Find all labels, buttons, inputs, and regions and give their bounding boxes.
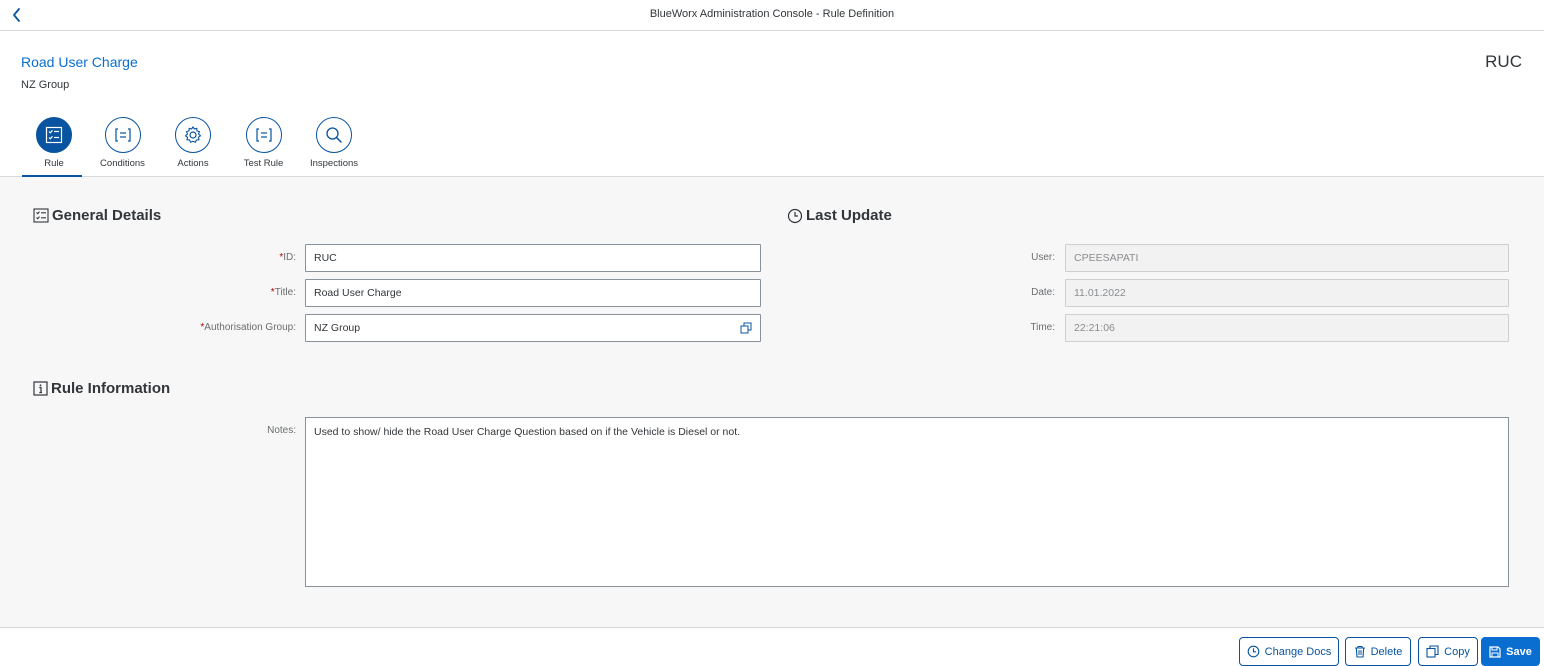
authorisation-group-input[interactable]: NZ Group (305, 314, 761, 342)
clock-icon (787, 208, 803, 223)
label-text: Title: (274, 287, 296, 298)
value-help-icon[interactable] (740, 322, 752, 334)
button-label: Change Docs (1264, 645, 1332, 658)
title-input[interactable]: Road User Charge (305, 279, 761, 307)
tab-label: Test Rule (243, 158, 284, 169)
title-label: *Title: (150, 287, 296, 298)
trash-icon (1354, 645, 1365, 658)
date-field: 11.01.2022 (1065, 279, 1509, 307)
copy-button[interactable]: Copy (1418, 637, 1478, 666)
label-text: Authorisation Group: (204, 322, 296, 333)
input-value: 11.01.2022 (1074, 287, 1126, 299)
time-field: 22:21:06 (1065, 314, 1509, 342)
object-subtitle: NZ Group (21, 79, 70, 91)
input-value: 22:21:06 (1074, 322, 1115, 334)
user-field: CPEESAPATI (1065, 244, 1509, 272)
object-header: Road User Charge NZ Group RUC Rule Condi… (0, 31, 1544, 177)
button-label: Delete (1370, 645, 1403, 658)
copy-icon (1426, 645, 1439, 658)
id-input[interactable]: RUC (305, 244, 761, 272)
save-button[interactable]: Save (1481, 637, 1540, 666)
general-details-heading: General Details (33, 207, 161, 224)
input-value: CPEESAPATI (1074, 252, 1139, 264)
notes-label: Notes: (267, 425, 296, 436)
tab-actions[interactable]: Actions (158, 117, 228, 177)
tab-label: Actions (177, 158, 209, 169)
tab-icon-circle (245, 117, 282, 153)
tab-label: Rule (44, 158, 64, 169)
checklist-icon (45, 126, 63, 144)
gear-icon (184, 126, 202, 143)
section-title-text: Last Update (806, 207, 892, 224)
save-icon (1489, 645, 1501, 658)
info-icon (33, 381, 48, 396)
search-icon (326, 127, 342, 143)
authorisation-group-label: *Authorisation Group: (150, 322, 296, 333)
history-icon (1247, 645, 1260, 658)
user-label: User: (1031, 252, 1055, 263)
tab-inspections[interactable]: Inspections (299, 117, 369, 177)
section-title-text: General Details (52, 207, 162, 224)
tab-icon-circle (175, 117, 211, 153)
shell-title: BlueWorx Administration Console - Rule D… (649, 8, 895, 20)
change-docs-button[interactable]: Change Docs (1239, 637, 1339, 666)
list-icon (255, 128, 272, 142)
time-label: Time: (1030, 322, 1055, 333)
last-update-heading: Last Update (787, 207, 892, 224)
tab-rule[interactable]: Rule (21, 117, 87, 177)
date-label: Date: (1031, 287, 1055, 298)
button-label: Copy (1444, 645, 1470, 658)
list-icon (114, 128, 131, 142)
section-title-text: Rule Information (51, 380, 171, 397)
tab-icon-circle (104, 117, 141, 153)
notes-textarea[interactable]: Used to show/ hide the Road User Charge … (305, 417, 1509, 587)
label-text: ID: (283, 252, 296, 263)
object-id: RUC (1485, 52, 1522, 71)
icon-tab-bar: Rule Conditions Actions Test Rule Inspec… (21, 117, 369, 177)
tab-label: Inspections (309, 158, 359, 169)
checklist-icon (33, 207, 49, 223)
notes-text: Used to show/ hide the Road User Charge … (314, 426, 741, 438)
tab-test-rule[interactable]: Test Rule (228, 117, 299, 177)
tab-icon-circle (36, 117, 72, 153)
tab-icon-circle (316, 117, 352, 153)
footer-toolbar: Change Docs Delete Copy Save (0, 627, 1544, 666)
id-label: *ID: (150, 252, 296, 263)
shell-bar: BlueWorx Administration Console - Rule D… (0, 0, 1544, 31)
input-value: RUC (314, 252, 337, 264)
object-title: Road User Charge (21, 54, 138, 70)
button-label: Save (1506, 645, 1532, 658)
input-value: NZ Group (314, 322, 361, 334)
tab-conditions[interactable]: Conditions (87, 117, 158, 177)
rule-information-heading: Rule Information (33, 380, 170, 397)
tab-label: Conditions (100, 158, 145, 169)
input-value: Road User Charge (314, 287, 402, 299)
delete-button[interactable]: Delete (1345, 637, 1411, 666)
